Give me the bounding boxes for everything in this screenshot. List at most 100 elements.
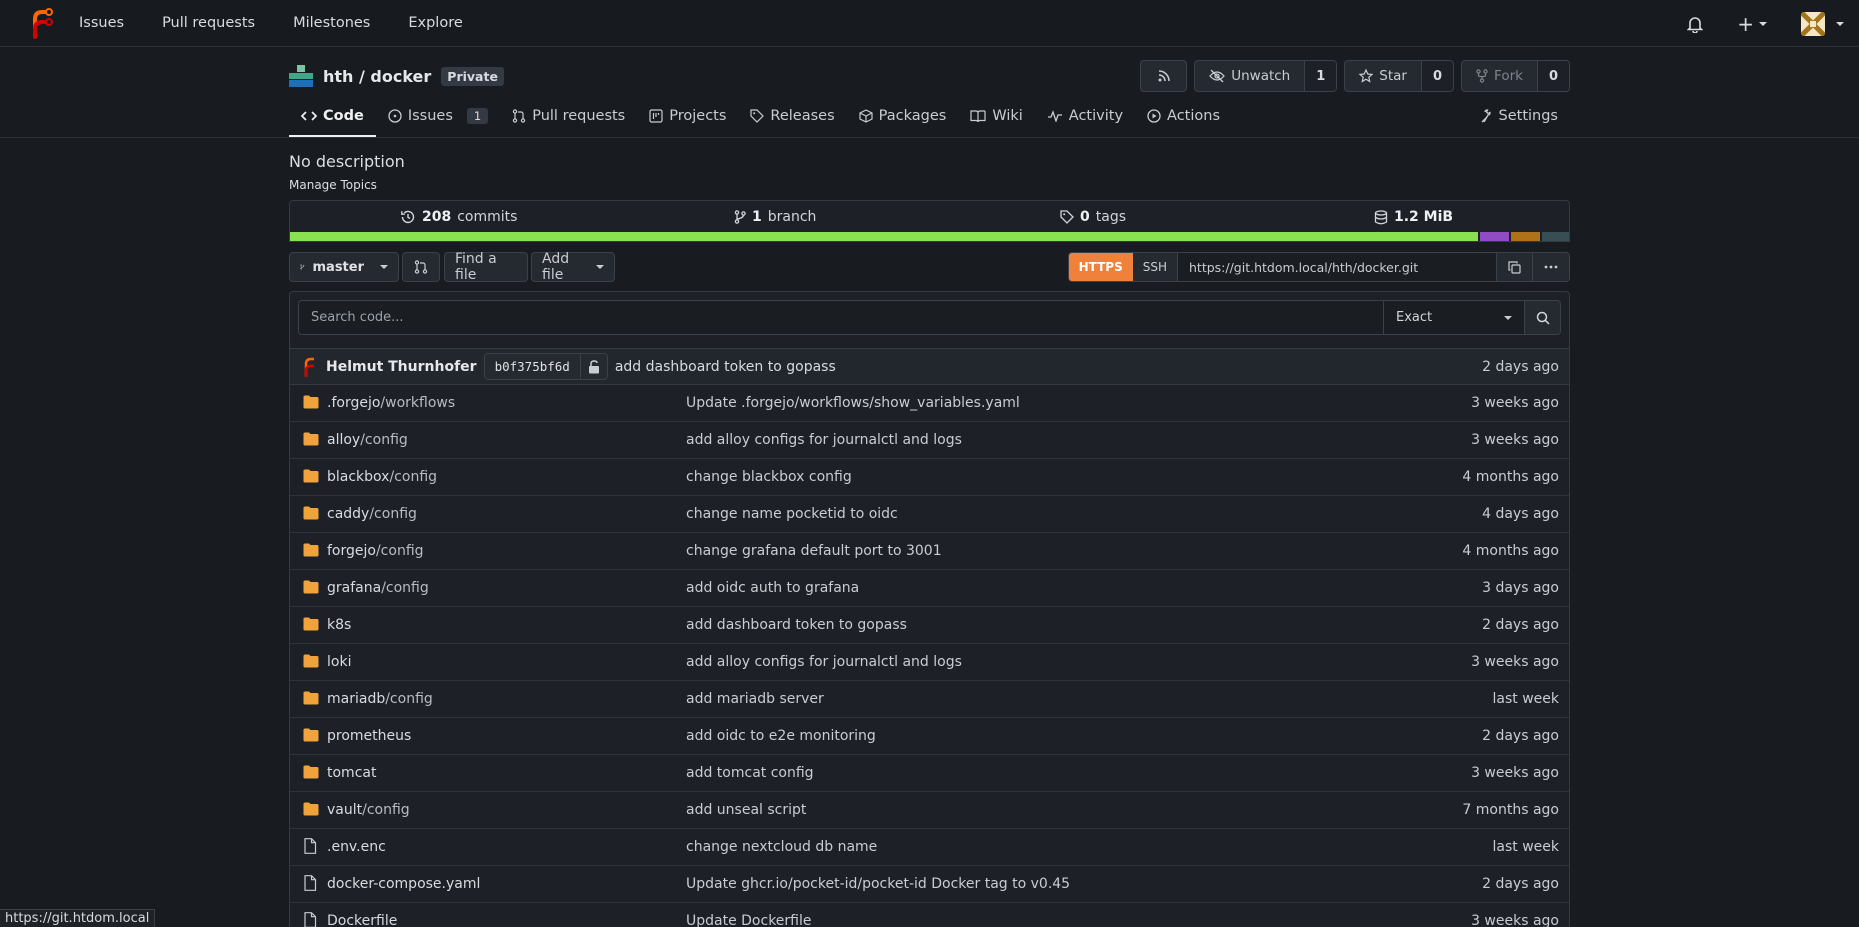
language-bar-segment[interactable]	[290, 232, 1479, 241]
add-file-label: Add file	[542, 251, 570, 283]
file-commit-message[interactable]: add tomcat config	[686, 765, 814, 781]
commit-message[interactable]: add dashboard token to gopass	[615, 359, 836, 375]
file-name-link[interactable]: Dockerfile	[327, 913, 397, 927]
create-menu-button[interactable]: +	[1737, 12, 1767, 36]
search-icon	[1536, 311, 1550, 325]
clone-url-field[interactable]: https://git.htdom.local/hth/docker.git	[1178, 253, 1497, 281]
unwatch-button[interactable]: Unwatch 1	[1194, 60, 1338, 92]
file-name-link[interactable]: .forgejo/workflows	[327, 395, 455, 411]
file-commit-message[interactable]: add mariadb server	[686, 691, 824, 707]
nav-pull-requests[interactable]: Pull requests	[162, 15, 255, 31]
user-menu-button[interactable]	[1801, 11, 1844, 36]
tab-packages[interactable]: Packages	[847, 100, 959, 132]
file-name-link[interactable]: docker-compose.yaml	[327, 876, 480, 892]
repo-title[interactable]: hth / docker	[323, 67, 431, 86]
file-commit-message[interactable]: Update ghcr.io/pocket-id/pocket-id Docke…	[686, 876, 1070, 892]
file-name-link[interactable]: k8s	[327, 617, 351, 633]
file-commit-message[interactable]: change grafana default port to 3001	[686, 543, 942, 559]
file-commit-message[interactable]: add alloy configs for journalctl and log…	[686, 654, 962, 670]
file-row: .forgejo/workflows Update .forgejo/workfl…	[290, 385, 1569, 422]
plus-icon: +	[1737, 11, 1754, 36]
commit-author[interactable]: Helmut Thurnhofer	[326, 359, 477, 375]
file-row: grafana/config add oidc auth to grafana 3 …	[290, 570, 1569, 607]
file-commit-message[interactable]: add unseal script	[686, 802, 806, 818]
file-commit-message[interactable]: add dashboard token to gopass	[686, 617, 907, 633]
code-search-input[interactable]: Search code...	[299, 301, 1383, 334]
ssh-toggle[interactable]: SSH	[1132, 253, 1178, 281]
file-commit-time: 3 days ago	[1482, 580, 1559, 596]
play-circle-icon	[1147, 109, 1161, 123]
language-bar[interactable]	[290, 232, 1569, 241]
tab-releases[interactable]: Releases	[738, 100, 846, 132]
file-name-link[interactable]: loki	[327, 654, 351, 670]
bell-icon[interactable]	[1687, 15, 1704, 33]
file-commit-message[interactable]: change name pocketid to oidc	[686, 506, 898, 522]
file-commit-time: 4 months ago	[1462, 469, 1559, 485]
https-toggle[interactable]: HTTPS	[1068, 253, 1133, 281]
file-name-link[interactable]: grafana/config	[327, 580, 429, 596]
nav-milestones[interactable]: Milestones	[293, 15, 370, 31]
star-count[interactable]: 0	[1420, 61, 1454, 91]
file-commit-message[interactable]: Update Dockerfile	[686, 913, 812, 927]
file-name-link[interactable]: .env.enc	[327, 839, 386, 855]
fork-count[interactable]: 0	[1536, 61, 1569, 91]
search-button[interactable]	[1524, 301, 1560, 334]
file-name: caddy	[327, 506, 370, 522]
more-clone-options-button[interactable]	[1533, 253, 1569, 281]
language-bar-segment[interactable]	[1508, 232, 1540, 241]
fork-button[interactable]: Fork 0	[1461, 60, 1570, 92]
file-subpath: /workflows	[380, 395, 456, 411]
file-icon	[303, 838, 317, 854]
file-name-link[interactable]: forgejo/config	[327, 543, 424, 559]
commits-stat[interactable]: 208 commits	[400, 201, 517, 233]
star-button[interactable]: Star 0	[1344, 60, 1455, 92]
compare-button[interactable]	[402, 252, 440, 282]
issue-icon	[388, 109, 402, 123]
tab-pull-requests[interactable]: Pull requests	[500, 100, 637, 132]
search-mode-select[interactable]: Exact	[1383, 301, 1524, 334]
file-name-link[interactable]: blackbox/config	[327, 469, 437, 485]
star-icon	[1359, 69, 1374, 83]
manage-topics-link[interactable]: Manage Topics	[289, 178, 377, 192]
tab-actions[interactable]: Actions	[1135, 100, 1232, 132]
add-file-button[interactable]: Add file	[531, 251, 615, 283]
file-name-link[interactable]: caddy/config	[327, 506, 417, 522]
file-name-link[interactable]: alloy/config	[327, 432, 408, 448]
tags-count: 0	[1080, 209, 1090, 225]
tab-settings[interactable]: Settings	[1467, 100, 1570, 132]
file-commit-message[interactable]: change nextcloud db name	[686, 839, 877, 855]
branch-selector[interactable]: master	[289, 252, 399, 282]
language-bar-segment[interactable]	[1478, 232, 1509, 241]
tab-projects[interactable]: Projects	[637, 100, 738, 132]
folder-icon	[303, 728, 319, 742]
nav-issues[interactable]: Issues	[79, 15, 124, 31]
forgejo-logo-icon[interactable]	[27, 7, 55, 39]
file-name-link[interactable]: prometheus	[327, 728, 411, 744]
file-commit-message[interactable]: change blackbox config	[686, 469, 852, 485]
tags-stat[interactable]: 0 tags	[1060, 201, 1126, 233]
file-icon	[303, 912, 317, 927]
rss-button[interactable]	[1140, 60, 1188, 92]
file-commit-message[interactable]: add alloy configs for journalctl and log…	[686, 432, 962, 448]
nav-explore[interactable]: Explore	[408, 15, 462, 31]
file-name-link[interactable]: vault/config	[327, 802, 410, 818]
find-file-button[interactable]: Find a file	[444, 251, 528, 283]
tab-wiki[interactable]: Wiki	[958, 100, 1034, 132]
tab-issues-label: Issues	[407, 108, 453, 124]
file-commit-message[interactable]: add oidc auth to grafana	[686, 580, 859, 596]
copy-url-button[interactable]	[1497, 253, 1533, 281]
branch-stat[interactable]: 1 branch	[734, 201, 816, 233]
tab-issues[interactable]: Issues 1	[376, 100, 500, 132]
file-commit-message[interactable]: Update .forgejo/workflows/show_variables…	[686, 395, 1020, 411]
author-avatar[interactable]	[302, 356, 318, 378]
commit-sha[interactable]: b0f375bf6d	[483, 353, 608, 380]
file-name-link[interactable]: mariadb/config	[327, 691, 433, 707]
tab-code[interactable]: Code	[289, 100, 376, 137]
watch-count[interactable]: 1	[1304, 61, 1337, 91]
language-bar-segment[interactable]	[1539, 232, 1569, 241]
file-commit-message[interactable]: add oidc to e2e monitoring	[686, 728, 876, 744]
file-name: tomcat	[327, 765, 377, 781]
tab-activity[interactable]: Activity	[1035, 100, 1135, 132]
file-name-link[interactable]: tomcat	[327, 765, 376, 781]
repo-toolbar: master Find a file Add file HTTPS SSH ht…	[289, 251, 1570, 283]
